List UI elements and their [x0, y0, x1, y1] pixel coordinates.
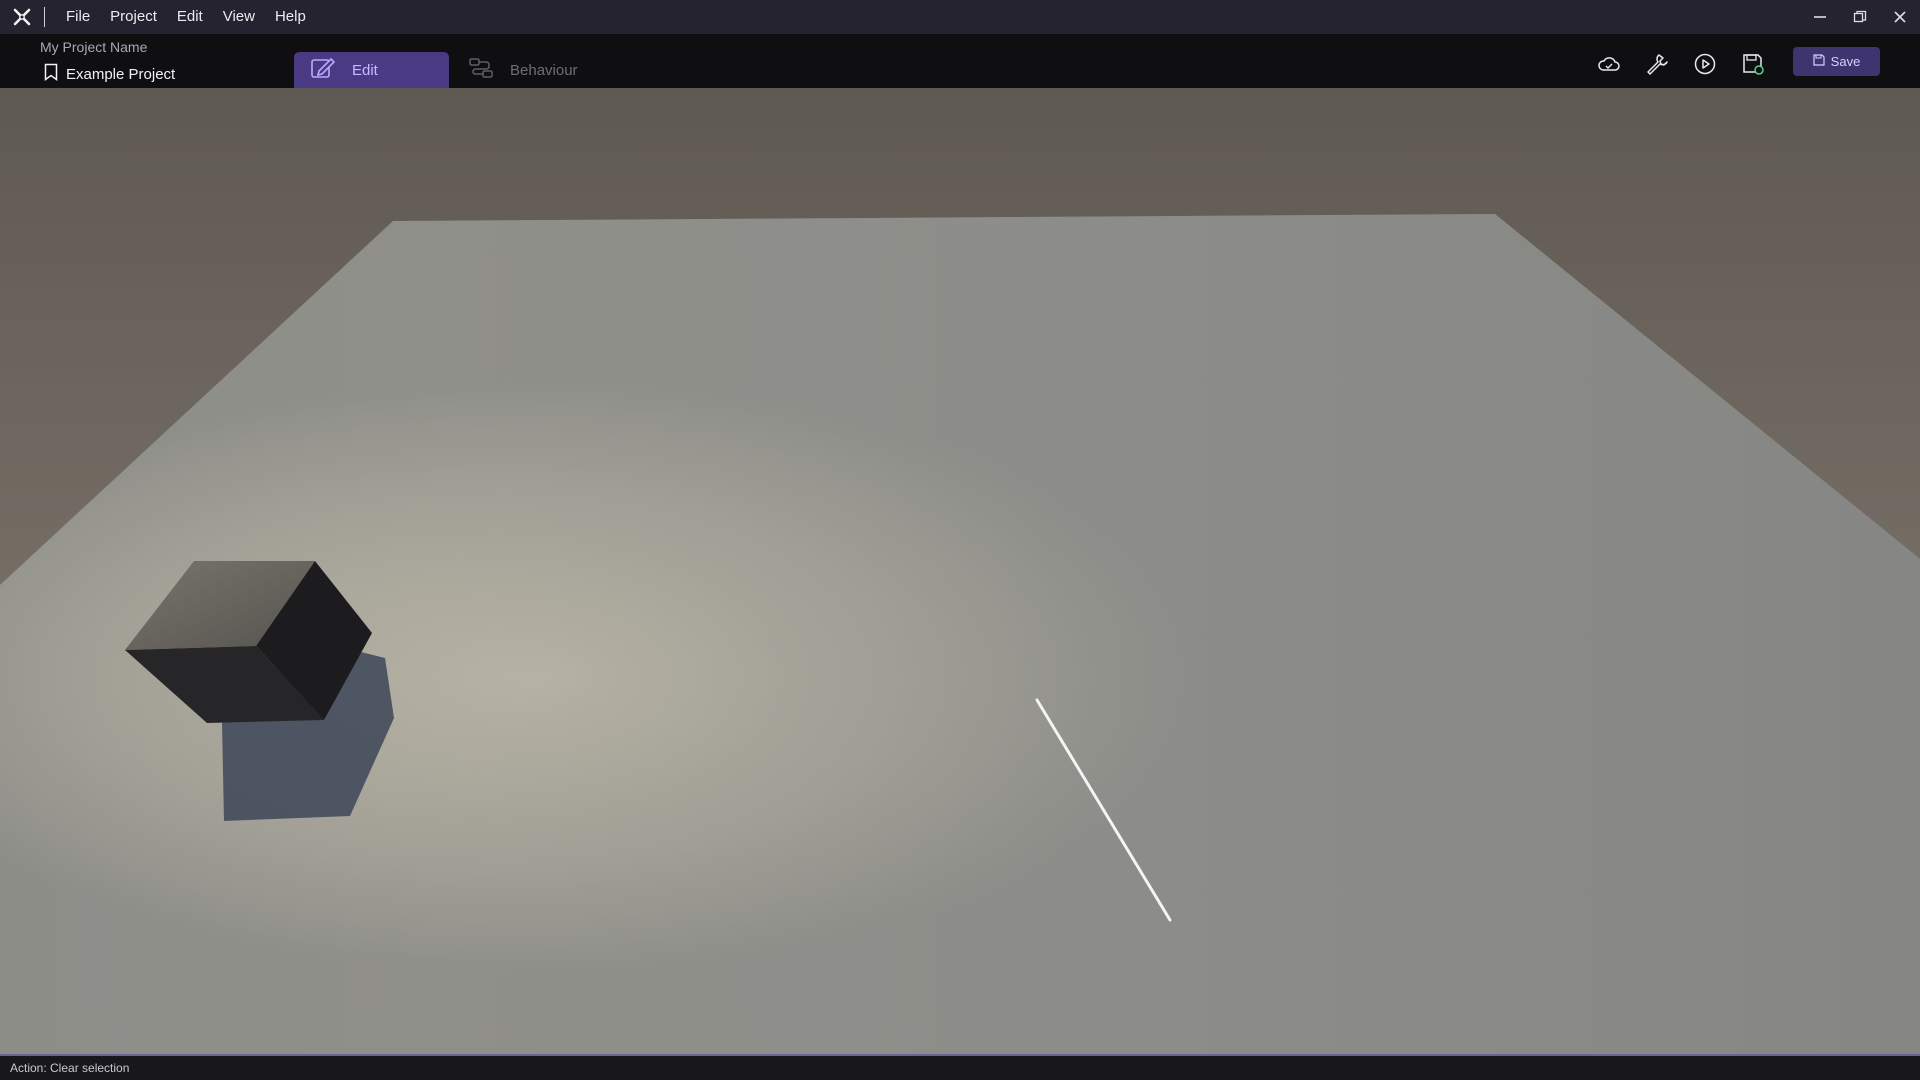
tab-behaviour-label: Behaviour: [510, 61, 578, 79]
menu-help[interactable]: Help: [265, 0, 316, 34]
menu-view[interactable]: View: [213, 0, 265, 34]
tab-behaviour[interactable]: Behaviour: [452, 52, 607, 88]
status-text: Action: Clear selection: [10, 1061, 130, 1075]
project-selector[interactable]: Example Project: [44, 63, 175, 86]
project-name-label: My Project Name: [40, 39, 148, 55]
edit-icon: [310, 56, 336, 84]
play-icon[interactable]: [1689, 48, 1721, 80]
minimize-icon[interactable]: [1800, 0, 1840, 34]
menu-edit[interactable]: Edit: [167, 0, 213, 34]
tab-edit-label: Edit: [352, 61, 378, 79]
tab-edit[interactable]: Edit: [294, 52, 449, 88]
save-button-label: Save: [1830, 54, 1861, 69]
save-button[interactable]: Save: [1793, 47, 1880, 76]
window-controls: [1800, 0, 1920, 34]
close-icon[interactable]: [1880, 0, 1920, 34]
bookmark-icon: [44, 63, 58, 86]
menu-bar: File Project Edit View Help: [0, 0, 1920, 34]
menu-project[interactable]: Project: [100, 0, 167, 34]
scene-canvas: [0, 214, 1920, 1055]
save-config-icon[interactable]: [1737, 48, 1769, 80]
restore-icon[interactable]: [1840, 0, 1880, 34]
scene-viewport[interactable]: [0, 88, 1920, 1055]
editor-window: File Project Edit View Help My Project N…: [0, 0, 1920, 1080]
menu-file[interactable]: File: [56, 0, 100, 34]
wrench-icon[interactable]: [1641, 48, 1673, 80]
floppy-icon: [1813, 54, 1825, 69]
project-title: Example Project: [66, 66, 176, 83]
app-logo-icon[interactable]: [0, 0, 44, 34]
cloud-icon[interactable]: [1593, 48, 1625, 80]
project-toolbar: My Project Name Example Project Edit Beh…: [0, 34, 1920, 88]
behaviour-flow-icon: [468, 56, 494, 84]
logo-divider: [44, 7, 45, 27]
status-bar: Action: Clear selection: [0, 1056, 1920, 1080]
